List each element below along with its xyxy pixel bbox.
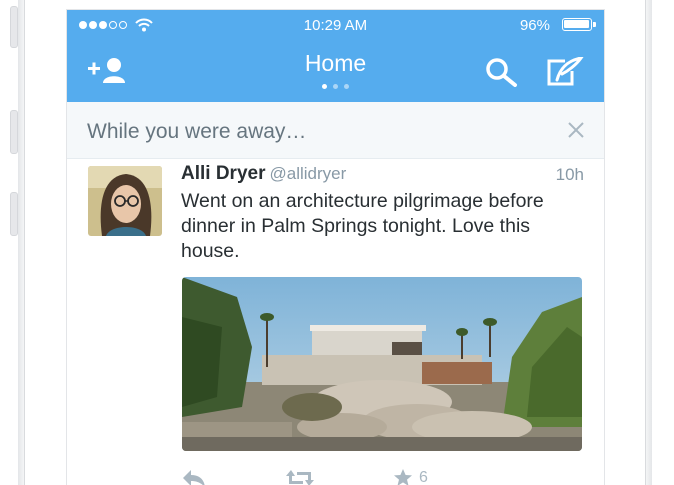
tweet-photo[interactable] bbox=[182, 277, 582, 451]
favorite-count: 6 bbox=[419, 469, 428, 485]
author-name[interactable]: Alli Dryer bbox=[181, 163, 265, 184]
phone-frame-right bbox=[645, 0, 652, 485]
tweet-header: Alli Dryer @allidryer bbox=[181, 163, 346, 185]
while-away-label: While you were away… bbox=[87, 120, 307, 143]
page-indicator bbox=[67, 84, 604, 89]
app-screen: 10:29 AM 96% Home While you were away… A… bbox=[67, 10, 604, 485]
page-title: Home bbox=[304, 50, 367, 76]
phone-volume-up-button bbox=[10, 110, 18, 154]
author-handle[interactable]: @allidryer bbox=[269, 164, 346, 183]
favorite-button[interactable]: 6 bbox=[393, 468, 428, 485]
battery-percentage: 96% bbox=[519, 17, 550, 34]
tweet-timestamp: 10h bbox=[555, 165, 584, 184]
retweet-icon[interactable] bbox=[285, 468, 315, 485]
while-away-banner: While you were away… bbox=[67, 102, 604, 159]
page-dot bbox=[344, 84, 349, 89]
reply-icon[interactable] bbox=[181, 468, 207, 485]
tweet-actions: 6 bbox=[181, 468, 481, 485]
avatar[interactable] bbox=[88, 166, 162, 236]
phone-volume-down-button bbox=[10, 192, 18, 236]
status-bar: 10:29 AM 96% bbox=[67, 10, 604, 40]
page-dot-active bbox=[322, 84, 327, 89]
favorite-icon bbox=[394, 469, 412, 485]
phone-frame-left bbox=[18, 0, 25, 485]
page-dot bbox=[333, 84, 338, 89]
compose-tweet-icon[interactable] bbox=[545, 55, 585, 92]
navigation-header: 10:29 AM 96% Home bbox=[67, 10, 604, 102]
close-icon[interactable] bbox=[568, 122, 584, 143]
battery-icon bbox=[562, 18, 596, 31]
phone-side-button bbox=[10, 6, 18, 48]
search-icon[interactable] bbox=[485, 57, 519, 92]
tweet-text: Went on an architecture pilgrimage befor… bbox=[181, 190, 544, 262]
